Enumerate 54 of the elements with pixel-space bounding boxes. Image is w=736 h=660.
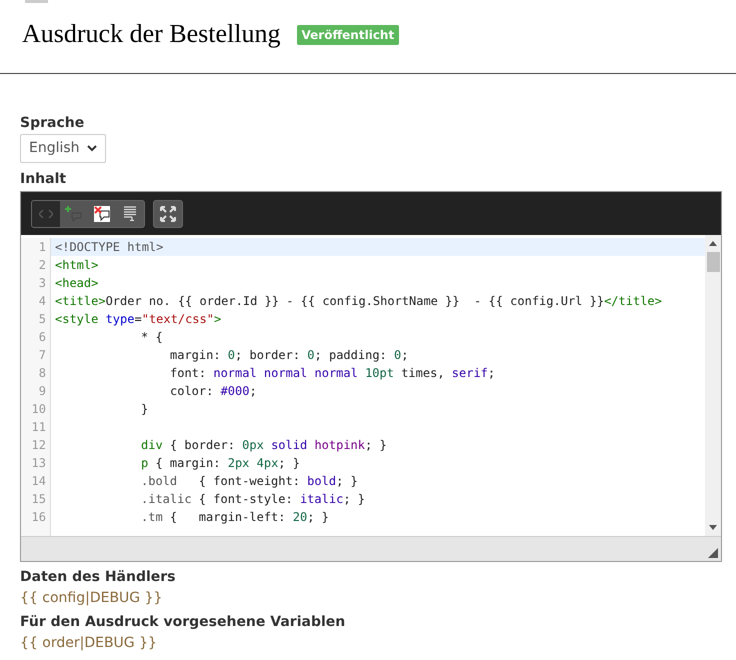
code-line: .tm { margin-left: 20; }	[141, 510, 329, 524]
code-line: .italic { font-style: italic; }	[141, 492, 365, 506]
line-number: 13	[30, 455, 47, 472]
resize-grip-icon[interactable]	[708, 548, 718, 558]
field-label: Inhalt	[20, 170, 68, 188]
line-number: 8	[38, 365, 47, 382]
plus-speech-bubble-icon	[65, 206, 83, 222]
source-toggle-button[interactable]	[32, 200, 60, 226]
code-line: <title>Order no. {{ order.Id }} - {{ config.ShortName }} - {{ config.Url }}</title>	[55, 294, 662, 308]
menu-bar-fragment	[25, 0, 48, 3]
line-number: 16	[30, 509, 47, 526]
code-brackets-icon	[39, 210, 53, 218]
line-number: 15	[30, 491, 47, 508]
code-line: .bold { font-weight: bold; }	[141, 474, 358, 488]
line-number: 4	[38, 293, 47, 310]
code-line: <head>	[55, 276, 98, 290]
line-number: 5	[38, 311, 47, 328]
line-number: 2	[38, 257, 47, 274]
field-label: Für den Ausdruck vorgesehene Variablen	[20, 613, 346, 632]
code-line: <!DOCTYPE html>	[55, 240, 164, 254]
cross-speech-bubble-icon	[94, 206, 110, 222]
code-line: div { border: 0px solid hotpink; }	[141, 438, 387, 452]
line-number: 3	[38, 275, 47, 292]
line-number: 11	[30, 419, 47, 436]
code-line: color: #000;	[170, 384, 257, 398]
page-title: Ausdruck der Bestellung	[22, 19, 281, 49]
code-line: font: normal normal normal 10pt times, serif;	[170, 366, 496, 380]
line-number: 6	[38, 329, 47, 346]
line-number: 14	[30, 473, 47, 490]
text-lines-icon	[123, 206, 137, 221]
line-number: 9	[38, 383, 47, 400]
scroll-up-icon	[709, 241, 717, 246]
line-number: 1	[38, 239, 47, 256]
code-line: }	[141, 402, 148, 416]
code-line: <html>	[55, 258, 98, 272]
line-number: 10	[30, 401, 47, 418]
code-line: margin: 0; border: 0; padding: 0;	[170, 348, 408, 362]
code-line: <style type="text/css">	[55, 312, 222, 326]
line-number: 7	[38, 347, 47, 364]
template-variable: {{ config|DEBUG }}	[20, 589, 164, 608]
field-label: Daten des Händlers	[20, 568, 177, 587]
code-line: * {	[141, 330, 163, 344]
scrollbar-thumb[interactable]	[706, 252, 720, 272]
language-select[interactable]: English	[20, 134, 106, 163]
field-label: Sprache	[20, 114, 86, 132]
scroll-down-icon	[709, 525, 717, 530]
status-badge: Veröffentlicht	[296, 25, 400, 45]
line-number: 12	[30, 437, 47, 454]
scrollbar[interactable]	[705, 235, 721, 536]
fullscreen-button[interactable]	[153, 200, 183, 228]
code-line: p { margin: 2px 4px; }	[141, 456, 300, 470]
template-variable: {{ order|DEBUG }}	[20, 634, 158, 653]
expand-arrows-icon	[160, 206, 176, 222]
chevron-down-icon	[87, 145, 97, 152]
